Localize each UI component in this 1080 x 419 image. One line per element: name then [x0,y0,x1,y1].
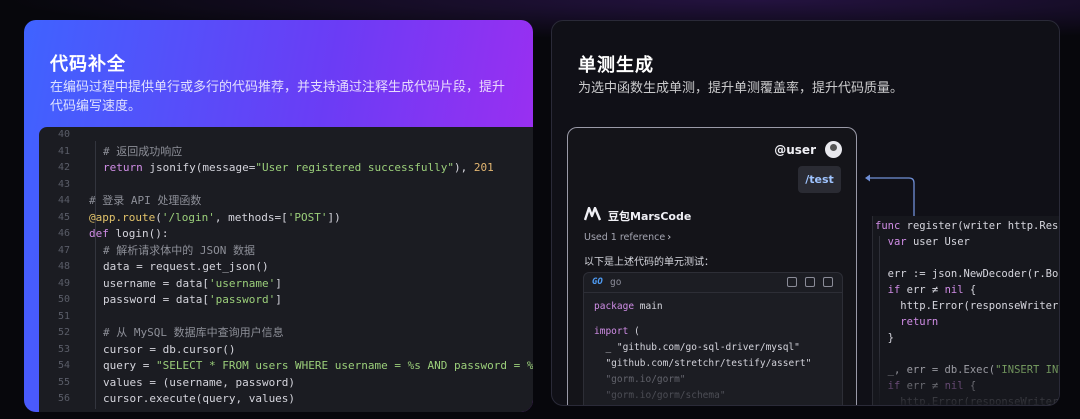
code-text: # 登录 API 处理函数 [89,194,202,207]
code-line: 50 password = data['password'] [39,292,533,309]
line-number: 49 [57,277,70,289]
code-lines: 40 41 # 返回成功响应 42 return jsonify(message="Us… [39,127,533,408]
line-number: 43 [57,178,70,190]
insert-icon[interactable] [805,277,815,287]
snippet-language: go [610,277,622,288]
copy-icon[interactable] [787,277,797,287]
code-line: 55 values = (username, password) [39,375,533,392]
command-chip: /test [798,166,841,193]
line-number: 51 [57,310,70,322]
code-text: data = request.get_json() [103,260,269,273]
line-number: 40 [57,129,70,140]
code-line: 46 def login(): [39,226,533,243]
go-code-line: if err ≠ nil { [887,284,977,296]
code-text: # 从 MySQL 数据库中查询用户信息 [103,326,284,339]
source-code-panel[interactable]: func register(writer http.Respon var use… [872,216,1060,405]
reference-label: Used 1 reference [584,232,666,243]
new-file-icon[interactable] [823,277,833,287]
code-line: 56 cursor.execute(query, values) [39,391,533,408]
unit-test-card: 单测生成 为选中函数生成单测，提升单测覆盖率，提升代码质量。 @user /te… [551,20,1060,406]
line-number: 42 [57,162,70,173]
card-title: 代码补全 [50,54,126,75]
go-language-icon: GO [592,277,603,287]
code-line: 54 query = "SELECT * FROM users WHERE use… [39,358,533,375]
snippet-line: import ( [594,326,640,337]
line-number: 50 [57,294,70,305]
code-line: 53 cursor = db.cursor() [39,342,533,359]
go-code-line: err := json.NewDecoder(r.Body) [875,268,1060,280]
line-number: 45 [57,211,70,223]
code-line: 40 [39,127,533,144]
code-line: 48 data = request.get_json() [39,259,533,276]
reference-toggle[interactable]: Used 1 reference › [584,232,671,243]
go-code-line: var user User [887,236,970,248]
code-line: 41 # 返回成功响应 [39,144,533,161]
code-text: # 返回成功响应 [103,144,183,158]
code-text: return jsonify(message="User registered … [103,161,494,174]
snippet-header: GO go [584,273,842,293]
code-editor[interactable]: 40 41 # 返回成功响应 42 return jsonify(message="Us… [39,127,533,412]
go-code-line: } [875,332,894,344]
line-number: 48 [57,261,70,272]
line-number: 55 [57,376,70,388]
code-text: values = (username, password) [103,375,296,389]
line-number: 56 [57,393,70,404]
code-line: 43 [39,177,533,194]
code-line: 52 # 从 MySQL 数据库中查询用户信息 [39,325,533,342]
code-text: # 解析请求体中的 JSON 数据 [103,243,255,257]
fade-overlay [873,351,1059,405]
go-code-line: http.Error(responseWriter, [875,300,1060,312]
arrow-connector-icon [865,174,915,219]
line-number: 41 [57,145,70,157]
line-number: 47 [57,244,70,256]
code-text: username = data['username'] [103,276,282,290]
code-text: def login(): [89,227,169,240]
snippet-line: _ "github.com/go-sql-driver/mysql" [594,342,800,353]
user-name: @user [774,143,816,157]
code-text: @app.route('/login', methods=['POST']) [89,210,341,224]
line-number: 44 [57,195,70,206]
chat-panel: @user /test 豆包MarsCode Used 1 reference ›… [567,127,857,405]
code-text: query = "SELECT * FROM users WHERE usern… [103,359,533,372]
snippet-line: package main [594,301,663,312]
fade-overlay [584,361,842,405]
code-line: 42 return jsonify(message="User registere… [39,160,533,177]
line-number: 54 [57,360,70,371]
go-code-line: return [900,316,939,328]
line-number: 52 [57,327,70,338]
code-text: cursor.execute(query, values) [103,392,296,405]
marscode-logo-icon [584,207,601,221]
answer-intro: 以下是上述代码的单元测试： [584,257,714,268]
line-number: 46 [57,228,70,239]
code-line: 47 # 解析请求体中的 JSON 数据 [39,243,533,260]
code-text: cursor = db.cursor() [103,342,236,356]
code-line: 51 [39,309,533,326]
code-completion-card: 代码补全 在编码过程中提供单行或多行的代码推荐，并支持通过注释生成代码片段，提升… [24,20,533,412]
bot-name: 豆包MarsCode [608,210,692,223]
code-line: 45 @app.route('/login', methods=['POST']) [39,210,533,227]
card-description: 在编码过程中提供单行或多行的代码推荐，并支持通过注释生成代码片段，提升代码编写速… [50,80,506,114]
code-snippet: GO go package main import ( _ "github.com… [583,272,843,405]
card-title: 单测生成 [578,55,654,76]
go-code-line: func register(writer http.Respon [875,220,1060,232]
line-number: 53 [57,343,70,355]
code-line: 44 # 登录 API 处理函数 [39,193,533,210]
code-text: password = data['password'] [103,293,282,306]
card-description: 为选中函数生成单测，提升单测覆盖率，提升代码质量。 [578,81,904,96]
chevron-right-icon: › [667,232,672,243]
avatar-icon [825,141,842,158]
code-line: 49 username = data['username'] [39,276,533,293]
